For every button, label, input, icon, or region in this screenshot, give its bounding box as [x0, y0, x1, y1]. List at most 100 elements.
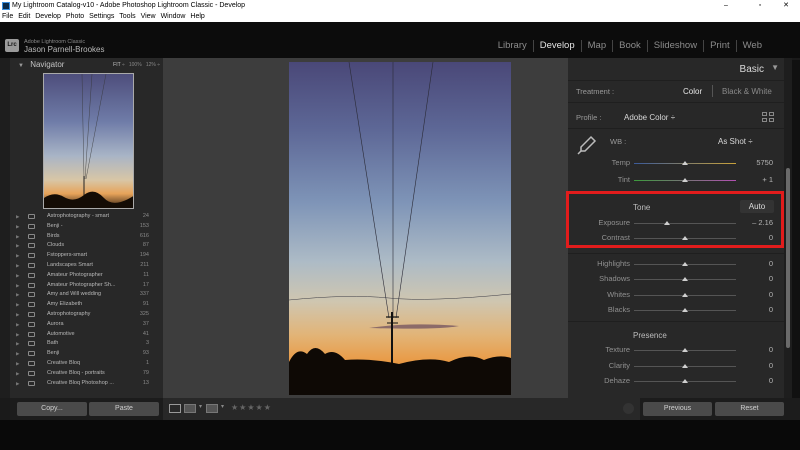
list-item[interactable]: ▶ Bath 3: [14, 339, 162, 349]
list-item[interactable]: ▶ Aurora 37: [14, 320, 162, 330]
slider-value[interactable]: 0: [740, 345, 773, 354]
slider-value[interactable]: 0: [740, 259, 773, 268]
list-item[interactable]: ▶ Amy and Will wedding 337: [14, 290, 162, 300]
navigator-header[interactable]: ▼ Navigator FIT ÷ 100% 12% ÷: [12, 59, 162, 71]
slider-handle[interactable]: [682, 277, 688, 281]
navigator-preview[interactable]: [43, 73, 134, 209]
menu-window[interactable]: Window: [161, 13, 186, 20]
expand-icon[interactable]: ▶: [16, 359, 19, 369]
profile-browser-icon[interactable]: [762, 112, 774, 123]
slider-handle[interactable]: [682, 379, 688, 383]
zoom-100[interactable]: 100%: [129, 62, 142, 68]
minimize-icon[interactable]: –: [712, 0, 740, 12]
right-panel-scrollbar[interactable]: [784, 58, 792, 398]
slider-value[interactable]: 0: [740, 361, 773, 370]
expand-icon[interactable]: ▶: [16, 251, 19, 261]
expand-icon[interactable]: ▶: [16, 300, 19, 310]
expand-icon[interactable]: ▶: [16, 232, 19, 242]
slider-handle[interactable]: [682, 161, 688, 165]
list-item[interactable]: ▶ Birds 616: [14, 232, 162, 242]
expand-icon[interactable]: ▶: [16, 369, 19, 379]
list-item[interactable]: ▶ Fstoppers-smart 194: [14, 251, 162, 261]
slider-value[interactable]: 5750: [740, 158, 773, 167]
expand-icon[interactable]: ▶: [16, 271, 19, 281]
slider-handle[interactable]: [682, 348, 688, 352]
left-panel-edge[interactable]: [0, 58, 10, 398]
slider-handle[interactable]: [682, 364, 688, 368]
yy-menu-icon[interactable]: ▾: [221, 403, 224, 410]
menu-settings[interactable]: Settings: [89, 13, 114, 20]
slider-value[interactable]: 0: [740, 305, 773, 314]
scrollbar-thumb[interactable]: [786, 168, 790, 348]
previous-button[interactable]: Previous: [643, 402, 712, 416]
list-item[interactable]: ▶ Creative Bloq - portraits 79: [14, 369, 162, 379]
basic-collapse-icon[interactable]: ▼: [771, 63, 779, 72]
module-slideshow[interactable]: Slideshow: [648, 40, 705, 52]
list-item[interactable]: ▶ Creative Bloq Photoshop ... 13: [14, 379, 162, 389]
treatment-bw[interactable]: Black & White: [722, 87, 772, 96]
treatment-color[interactable]: Color: [683, 87, 702, 96]
list-item[interactable]: ▶ Benji - 153: [14, 222, 162, 232]
before-after-view-icon[interactable]: [184, 404, 196, 413]
module-book[interactable]: Book: [613, 40, 648, 52]
menu-tools[interactable]: Tools: [119, 13, 135, 20]
slider-value[interactable]: 0: [740, 274, 773, 283]
slider-handle[interactable]: [682, 293, 688, 297]
list-item[interactable]: ▶ Amateur Photographer 11: [14, 271, 162, 281]
module-map[interactable]: Map: [582, 40, 614, 52]
list-item[interactable]: ▶ Amy Elizabeth 91: [14, 300, 162, 310]
wb-select[interactable]: As Shot ÷: [718, 137, 753, 146]
expand-icon[interactable]: ▶: [16, 349, 19, 359]
slider-value[interactable]: 0: [740, 290, 773, 299]
menu-view[interactable]: View: [141, 13, 156, 20]
menu-help[interactable]: Help: [190, 13, 204, 20]
zoom-fit[interactable]: FIT: [113, 62, 120, 68]
main-photo[interactable]: [289, 62, 511, 395]
wb-eyedropper-icon[interactable]: [576, 134, 598, 156]
right-panel-edge[interactable]: [792, 60, 800, 398]
module-web[interactable]: Web: [737, 40, 800, 52]
menu-photo[interactable]: Photo: [66, 13, 84, 20]
slider-handle[interactable]: [682, 178, 688, 182]
maximize-icon[interactable]: ▫: [746, 0, 774, 12]
zoom-12[interactable]: 12%: [146, 62, 156, 68]
menu-file[interactable]: File: [2, 13, 13, 20]
expand-icon[interactable]: ▶: [16, 310, 19, 320]
expand-icon[interactable]: ▶: [16, 222, 19, 232]
toolbar-options-icon[interactable]: [623, 403, 634, 414]
list-item[interactable]: ▶ Landscapes Smart 211: [14, 261, 162, 271]
loupe-view-icon[interactable]: [169, 404, 181, 413]
list-item[interactable]: ▶ Clouds 87: [14, 241, 162, 251]
list-item[interactable]: ▶ Astrophotography - smart 24: [14, 212, 162, 222]
list-item[interactable]: ▶ Creative Bloq 1: [14, 359, 162, 369]
menu-develop[interactable]: Develop: [35, 13, 61, 20]
expand-icon[interactable]: ▶: [16, 281, 19, 291]
close-icon[interactable]: ✕: [772, 0, 800, 12]
menu-edit[interactable]: Edit: [18, 13, 30, 20]
list-item[interactable]: ▶ Amateur Photographer Sh... 17: [14, 281, 162, 291]
list-item[interactable]: ▶ Astrophotography 325: [14, 310, 162, 320]
list-item[interactable]: ▶ Automotive 41: [14, 330, 162, 340]
view-menu-icon[interactable]: ▾: [199, 403, 202, 410]
slider-handle[interactable]: [682, 262, 688, 266]
expand-icon[interactable]: ▶: [16, 261, 19, 271]
rating-stars[interactable]: ★★★★★: [231, 403, 272, 412]
navigator-collapse-icon[interactable]: ▼: [18, 63, 24, 69]
expand-icon[interactable]: ▶: [16, 241, 19, 251]
expand-icon[interactable]: ▶: [16, 290, 19, 300]
slider-value[interactable]: + 1: [740, 175, 773, 184]
slider-value[interactable]: 0: [740, 376, 773, 385]
copy-button[interactable]: Copy...: [17, 402, 87, 416]
expand-icon[interactable]: ▶: [16, 320, 19, 330]
basic-panel-header[interactable]: Basic ▼: [568, 60, 784, 80]
yy-view-icon[interactable]: [206, 404, 218, 413]
module-develop[interactable]: Develop: [534, 40, 582, 52]
reset-button[interactable]: Reset: [715, 402, 784, 416]
paste-button[interactable]: Paste: [89, 402, 159, 416]
expand-icon[interactable]: ▶: [16, 330, 19, 340]
expand-icon[interactable]: ▶: [16, 379, 19, 389]
list-item[interactable]: ▶ Benji 93: [14, 349, 162, 359]
profile-select[interactable]: Adobe Color ÷: [624, 113, 675, 122]
module-library[interactable]: Library: [492, 40, 534, 52]
expand-icon[interactable]: ▶: [16, 212, 19, 222]
